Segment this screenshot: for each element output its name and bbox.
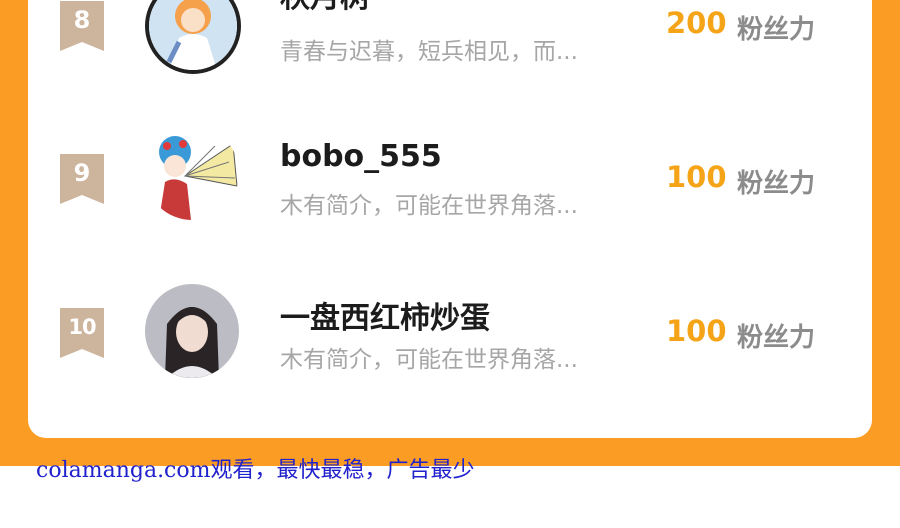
- avatar[interactable]: [145, 0, 241, 74]
- user-name: 秋月树: [280, 0, 370, 16]
- site-watermark: colamanga.com观看，最快最稳，广告最少: [36, 458, 475, 483]
- opera-fan-avatar-icon: [145, 126, 239, 220]
- avatar[interactable]: [145, 284, 239, 378]
- fan-points: 100: [666, 314, 727, 348]
- user-name: bobo_555: [280, 139, 442, 174]
- rank-badge: 8: [60, 1, 104, 51]
- fan-points-unit: 粉丝力: [737, 15, 816, 45]
- fan-points-unit: 粉丝力: [737, 169, 816, 199]
- fan-points: 100: [666, 160, 727, 194]
- user-description: 青春与迟暮，短兵相见，而...: [280, 39, 578, 65]
- fan-points-unit: 粉丝力: [737, 323, 816, 353]
- list-item[interactable]: 10 一盘西红柿炒蛋 木有简介，可能在世界角落... 100 粉丝力: [0, 262, 900, 402]
- list-item[interactable]: 8 秋月树 青春与迟暮，短兵相见，而... 200 粉丝力: [0, 0, 900, 94]
- list-item[interactable]: 9 bobo_555 木有简介，可能在世界角落... 100 粉丝力: [0, 108, 900, 248]
- user-description: 木有简介，可能在世界角落...: [280, 347, 578, 373]
- rank-badge: 10: [60, 308, 104, 358]
- fan-points: 200: [666, 6, 727, 40]
- user-name: 一盘西红柿炒蛋: [280, 301, 490, 336]
- girl-photo-avatar-icon: [145, 284, 239, 378]
- avatar[interactable]: [145, 126, 239, 220]
- user-description: 木有简介，可能在世界角落...: [280, 193, 578, 219]
- rank-badge: 9: [60, 154, 104, 204]
- anime-girl-avatar-icon: [149, 0, 237, 70]
